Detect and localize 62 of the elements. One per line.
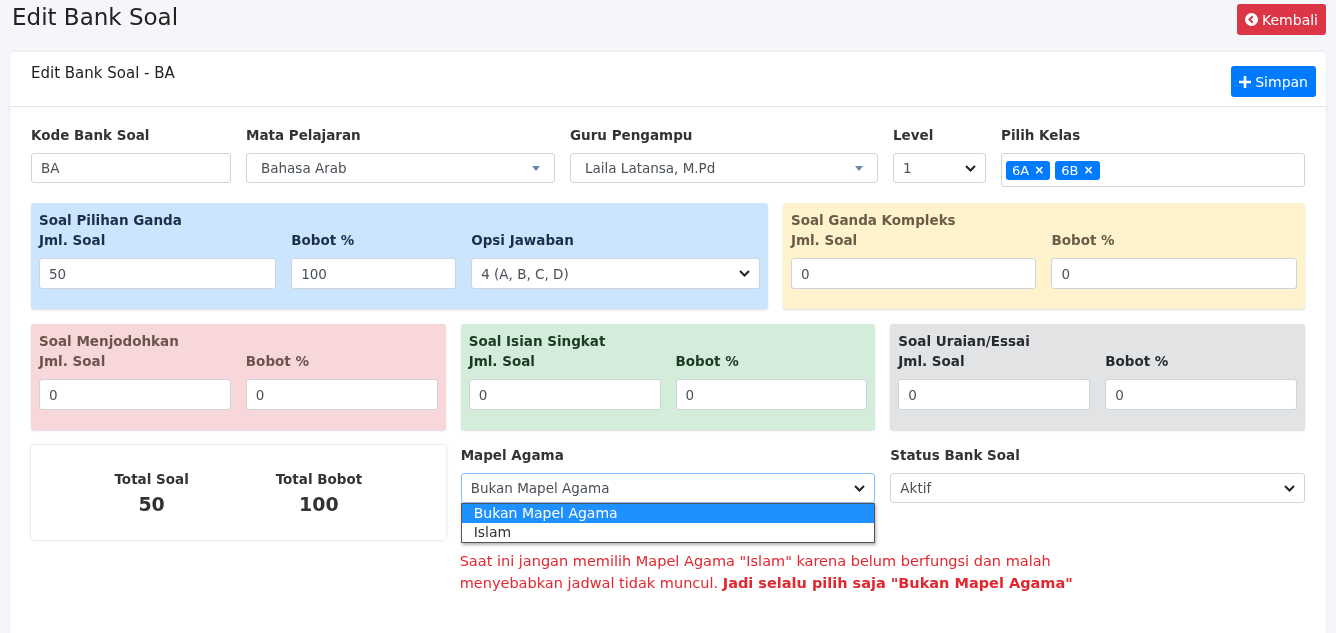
number-field[interactable]: 0	[675, 379, 868, 410]
select-field[interactable]: 4 (A, B, C, D)	[471, 258, 760, 289]
number-field[interactable]: 0	[1051, 258, 1297, 289]
panel-title: Soal Menjodohkan	[39, 333, 180, 349]
chevron-icon	[854, 484, 866, 492]
field-label: Opsi Jawaban	[471, 232, 575, 248]
panel-title: Soal Isian Singkat	[468, 333, 607, 349]
select-field[interactable]: 1	[893, 153, 986, 183]
page-title: Edit Bank Soal	[12, 4, 179, 30]
total-label: Total Bobot	[275, 470, 363, 487]
field-label: Level	[893, 127, 935, 143]
field-label: Mata Pelajaran	[246, 127, 362, 143]
tag-field[interactable]: 6A × 6B ×	[1001, 153, 1305, 187]
field-label: Guru Pengampu	[570, 127, 694, 143]
field-label: Bobot %	[1051, 232, 1116, 248]
back-button[interactable]: Kembali	[1237, 4, 1326, 35]
dropdown-option[interactable]: Islam	[461, 523, 875, 542]
select-field[interactable]: Aktif	[890, 473, 1305, 503]
panel-title: Soal Uraian/Essai	[898, 333, 1031, 349]
plus-icon	[1239, 75, 1252, 88]
field-label: Jml. Soal	[39, 232, 107, 248]
field-label: Bobot %	[675, 353, 740, 369]
total-value: 100	[299, 492, 339, 515]
number-field[interactable]: 0	[468, 379, 661, 410]
field-label: Bobot %	[1105, 353, 1170, 369]
field-label: Mapel Agama	[460, 447, 565, 463]
field-label: Pilih Kelas	[1001, 127, 1082, 143]
field-label: Jml. Soal	[39, 353, 107, 369]
select-field[interactable]: Laila Latansa, M.Pd	[570, 153, 878, 183]
field-label: Kode Bank Soal	[31, 127, 151, 143]
number-field[interactable]: 0	[1105, 379, 1297, 410]
remove-tag-button[interactable]: ×	[1034, 163, 1045, 177]
text-field[interactable]: BA	[31, 153, 231, 183]
caret-icon	[532, 165, 540, 171]
panel-title: Soal Pilihan Ganda	[39, 212, 183, 228]
chevron-icon	[1284, 484, 1295, 492]
select-field[interactable]: Bukan Mapel Agama	[460, 473, 876, 503]
select-field[interactable]: Bahasa Arab	[246, 153, 555, 183]
number-field[interactable]: 100	[291, 258, 457, 289]
caret-icon	[855, 165, 863, 171]
remove-tag-button[interactable]: ×	[1083, 163, 1094, 177]
number-field[interactable]: 50	[39, 258, 277, 289]
panel-title: Soal Ganda Kompleks	[790, 212, 957, 228]
number-field[interactable]: 0	[898, 379, 1091, 410]
field-label: Jml. Soal	[468, 353, 536, 369]
field-label: Jml. Soal	[790, 232, 859, 248]
save-button[interactable]: Simpan	[1231, 66, 1316, 97]
field-label: Status Bank Soal	[890, 447, 1021, 463]
chevron-icon	[738, 270, 750, 277]
field-label: Jml. Soal	[898, 353, 966, 369]
number-field[interactable]: 0	[245, 379, 438, 410]
number-field[interactable]: 0	[39, 379, 231, 410]
chevron-icon	[965, 164, 976, 172]
class-tag: 6B ×	[1055, 160, 1100, 180]
class-tag: 6A ×	[1006, 160, 1051, 180]
total-label: Total Soal	[114, 470, 189, 487]
card-title: Edit Bank Soal - BA	[31, 64, 175, 84]
field-label: Bobot %	[245, 353, 310, 369]
number-field[interactable]: 0	[790, 258, 1037, 289]
field-label: Bobot %	[291, 232, 356, 248]
warning-note: Saat ini jangan memilih Mapel Agama "Islam" karena belum berfungsi dan malah menyebabkan jadwal tidak muncul. Jadi selalu pilih saja "Bukan Mapel Agama"	[459, 552, 1074, 593]
total-value: 50	[138, 492, 165, 515]
